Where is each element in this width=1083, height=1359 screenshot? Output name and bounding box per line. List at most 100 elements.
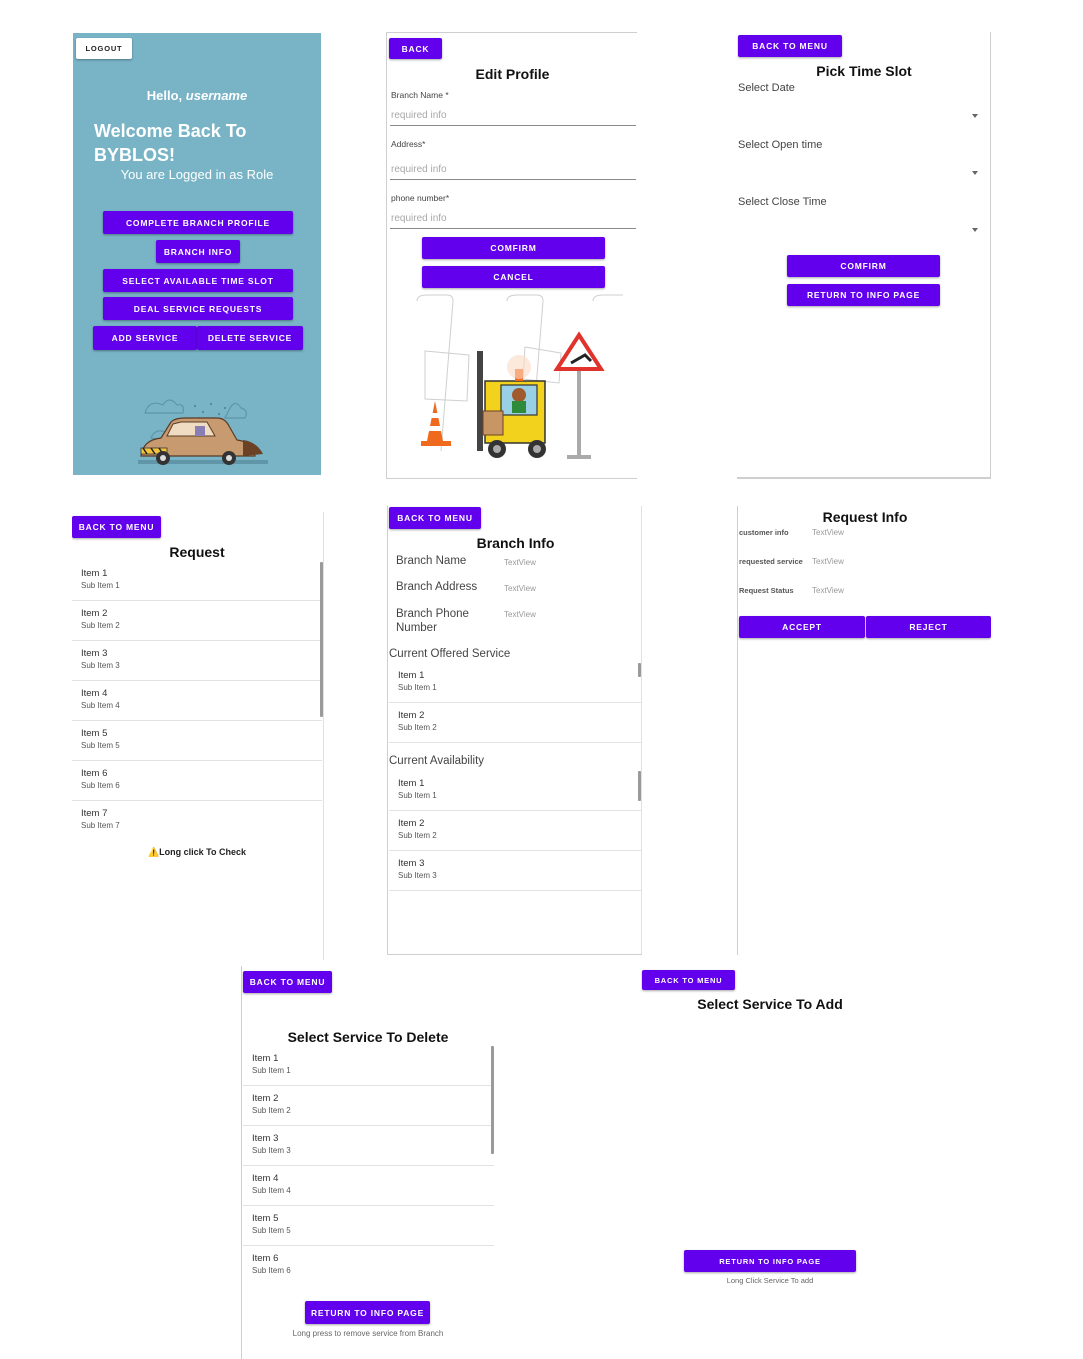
branch-name-underline xyxy=(390,125,636,126)
select-time-slot-button[interactable]: SELECT AVAILABLE TIME SLOT xyxy=(103,269,293,292)
requested-service-value: TextView xyxy=(812,557,844,566)
request-list-scrollbar[interactable] xyxy=(320,562,323,717)
return-to-info-page-button[interactable]: RETURN TO INFO PAGE xyxy=(305,1301,430,1324)
list-item[interactable]: Item 1 Sub Item 1 xyxy=(243,1046,494,1086)
list-item[interactable]: Item 6 Sub Item 6 xyxy=(72,761,322,801)
list-item[interactable]: Item 3 Sub Item 3 xyxy=(243,1126,494,1166)
list-item[interactable]: Item 1 Sub Item 1 xyxy=(389,771,641,811)
back-to-menu-button[interactable]: BACK TO MENU xyxy=(738,35,842,57)
delete-service-button[interactable]: DELETE SERVICE xyxy=(197,326,303,350)
back-to-menu-button[interactable]: BACK TO MENU xyxy=(243,971,332,993)
page-title: Edit Profile xyxy=(475,66,550,82)
page-title: Select Service To Add xyxy=(697,996,843,1012)
customer-info-label: customer info xyxy=(739,528,789,537)
car-illustration xyxy=(138,399,268,465)
list-item[interactable]: Item 3 Sub Item 3 xyxy=(389,851,641,891)
request-list: Item 1 Sub Item 1 Item 2 Sub Item 2 Item 3… xyxy=(72,561,322,841)
time-slot-screen: BACK TO MENU Pick Time Slot Select Date … xyxy=(737,32,991,479)
list-item[interactable]: Item 1 Sub Item 1 xyxy=(389,663,641,703)
delete-service-screen: BACK TO MENU Select Service To Delete It… xyxy=(241,966,494,1359)
list-item[interactable]: Item 2 Sub Item 2 xyxy=(243,1086,494,1126)
hello-text: Hello, username xyxy=(146,88,248,103)
request-status-value: TextView xyxy=(812,586,844,595)
warning-icon: ⚠️ xyxy=(147,847,160,857)
address-label: Address* xyxy=(391,139,426,149)
confirm-button[interactable]: COMFIRM xyxy=(787,255,940,277)
branch-address-label: Branch Address xyxy=(396,581,478,593)
service-list: Item 1 Sub Item 1 Item 2 Sub Item 2 Item 3… xyxy=(243,1046,494,1286)
delete-hint: Long press to remove service from Branch xyxy=(292,1329,444,1338)
page-title: Select Service To Delete xyxy=(287,1029,449,1045)
list-item[interactable]: Item 3 Sub Item 3 xyxy=(72,641,322,681)
reject-button[interactable]: REJECT xyxy=(866,616,991,638)
welcome-text: Welcome Back To BYBLOS! xyxy=(94,121,247,165)
request-status-label: Request Status xyxy=(739,586,794,595)
close-time-dropdown-arrow-icon[interactable] xyxy=(972,228,978,232)
accept-button[interactable]: ACCEPT xyxy=(739,616,865,638)
add-hint: Long Click Service To add xyxy=(726,1276,814,1285)
list-item[interactable]: Item 1 Sub Item 1 xyxy=(72,561,322,601)
back-button[interactable]: BACK xyxy=(389,38,442,59)
back-to-menu-button[interactable]: BACK TO MENU xyxy=(72,516,161,538)
list-item[interactable]: Item 4 Sub Item 4 xyxy=(243,1166,494,1206)
return-to-info-page-button[interactable]: RETURN TO INFO PAGE xyxy=(684,1250,856,1272)
offered-service-list: Item 1 Sub Item 1 Item 2 Sub Item 2 xyxy=(389,663,641,743)
offered-list-scrollbar[interactable] xyxy=(638,663,641,677)
list-item[interactable]: Item 5 Sub Item 5 xyxy=(72,721,322,761)
branch-info-screen: BACK TO MENU Branch Info Branch Name Tex… xyxy=(387,506,642,955)
select-close-time-label: Select Close Time xyxy=(738,196,827,208)
customer-info-value: TextView xyxy=(812,528,844,537)
date-dropdown-arrow-icon[interactable] xyxy=(972,114,978,118)
phone-underline xyxy=(390,228,636,229)
list-item[interactable]: Item 2 Sub Item 2 xyxy=(389,703,641,743)
branch-address-value: TextView xyxy=(504,584,536,593)
page-title: Branch Info xyxy=(476,535,555,551)
list-item[interactable]: Item 4 Sub Item 4 xyxy=(72,681,322,721)
back-to-menu-button[interactable]: BACK TO MENU xyxy=(642,970,735,990)
return-to-info-page-button[interactable]: RETURN TO INFO PAGE xyxy=(787,284,940,306)
service-list-scrollbar[interactable] xyxy=(491,1046,494,1154)
branch-name-label: Branch Name * xyxy=(391,90,449,100)
confirm-button[interactable]: COMFIRM xyxy=(422,237,605,259)
home-screen: LOGOUT Hello, username Welcome Back To B… xyxy=(73,33,321,475)
address-field[interactable]: required info xyxy=(391,164,447,175)
branch-name-value: TextView xyxy=(504,558,536,567)
deal-service-requests-button[interactable]: DEAL SERVICE REQUESTS xyxy=(103,297,293,320)
availability-heading: Current Availability xyxy=(389,755,485,767)
phone-label: phone number* xyxy=(391,193,450,203)
cancel-button[interactable]: CANCEL xyxy=(422,266,605,288)
back-to-menu-button[interactable]: BACK TO MENU xyxy=(389,507,481,529)
request-screen: BACK TO MENU Request Item 1 Sub Item 1 It… xyxy=(72,512,324,960)
edit-profile-screen: BACK Edit Profile Branch Name * required… xyxy=(386,32,637,479)
branch-name-label: Branch Name xyxy=(396,555,467,567)
complete-branch-profile-button[interactable]: COMPLETE BRANCH PROFILE xyxy=(103,211,293,234)
logout-button[interactable]: LOGOUT xyxy=(76,38,132,59)
page-title: Request Info xyxy=(822,509,908,525)
requested-service-label: requested service xyxy=(739,557,803,566)
list-item[interactable]: Item 2 Sub Item 2 xyxy=(389,811,641,851)
long-click-hint: ⚠️Long click To Check xyxy=(147,847,247,857)
add-service-screen: BACK TO MENU Select Service To Add RETUR… xyxy=(641,966,899,1296)
select-date-label: Select Date xyxy=(738,82,795,94)
list-item[interactable]: Item 5 Sub Item 5 xyxy=(243,1206,494,1246)
page-title: Request xyxy=(169,544,225,560)
select-open-time-label: Select Open time xyxy=(738,139,823,151)
role-text: You are Logged in as Role xyxy=(120,167,274,182)
availability-list: Item 1 Sub Item 1 Item 2 Sub Item 2 Item 3… xyxy=(389,771,641,891)
forklift-illustration xyxy=(416,294,623,459)
offered-service-heading: Current Offered Service xyxy=(389,648,511,660)
branch-name-field[interactable]: required info xyxy=(391,110,447,121)
branch-phone-value: TextView xyxy=(504,610,536,619)
add-service-button[interactable]: ADD SERVICE xyxy=(93,326,197,350)
availability-list-scrollbar[interactable] xyxy=(638,771,641,801)
open-time-dropdown-arrow-icon[interactable] xyxy=(972,171,978,175)
address-underline xyxy=(390,179,636,180)
list-item[interactable]: Item 2 Sub Item 2 xyxy=(72,601,322,641)
phone-field[interactable]: required info xyxy=(391,213,447,224)
list-item[interactable]: Item 6 Sub Item 6 xyxy=(243,1246,494,1286)
branch-info-button[interactable]: BRANCH INFO xyxy=(156,240,240,263)
branch-phone-label: Branch Phone Number xyxy=(396,608,469,634)
list-item[interactable]: Item 7 Sub Item 7 xyxy=(72,801,322,841)
request-info-screen: Request Info customer info TextView requ… xyxy=(737,506,991,955)
page-title: Pick Time Slot xyxy=(816,63,912,79)
